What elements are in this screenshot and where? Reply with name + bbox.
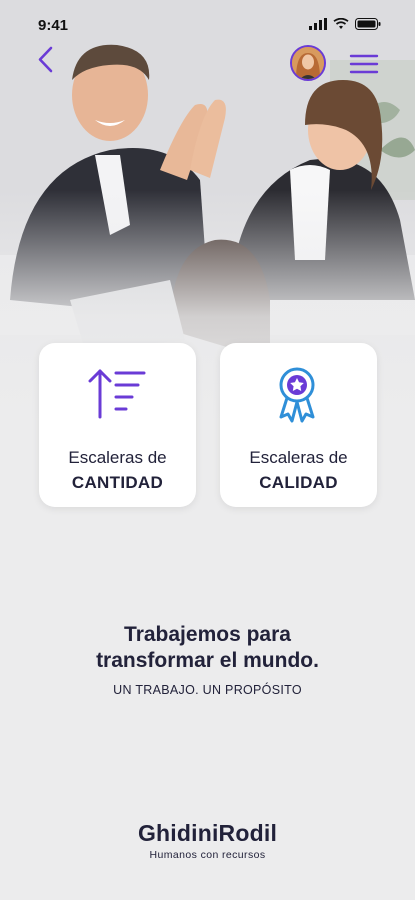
tagline-line2: transformar el mundo. [96,649,319,672]
card-escaleras-calidad[interactable]: Escaleras de CALIDAD [220,343,377,507]
chevron-left-icon[interactable] [30,44,62,76]
user-avatar[interactable] [290,45,326,81]
card-label-line2: CALIDAD [259,473,338,492]
tagline-subtitle: UN TRABAJO. UN PROPÓSITO [113,683,302,697]
brand-logo: GhidiniRodil [137,820,278,846]
card-label-line1: Escaleras de [68,448,167,467]
card-label-line1: Escaleras de [249,448,348,467]
award-ribbon-icon [279,367,314,423]
wifi-icon [333,18,349,29]
status-bar: 9:41 [0,0,415,44]
tagline-heading: Trabajemos para transformar el mundo. [0,622,415,674]
card-escaleras-cantidad[interactable]: Escaleras de CANTIDAD [39,343,196,507]
battery-icon [355,18,381,30]
brand-slogan: Humanos con recursos [149,849,266,861]
tagline-line1: Trabajemos para [124,623,291,646]
avatar-photo [292,47,324,79]
signal-icon [309,18,327,30]
status-time: 9:41 [38,17,69,34]
menu-icon[interactable] [348,53,380,77]
sort-ascending-icon [88,369,145,419]
card-label-line2: CANTIDAD [71,473,164,492]
status-icons [309,18,381,30]
